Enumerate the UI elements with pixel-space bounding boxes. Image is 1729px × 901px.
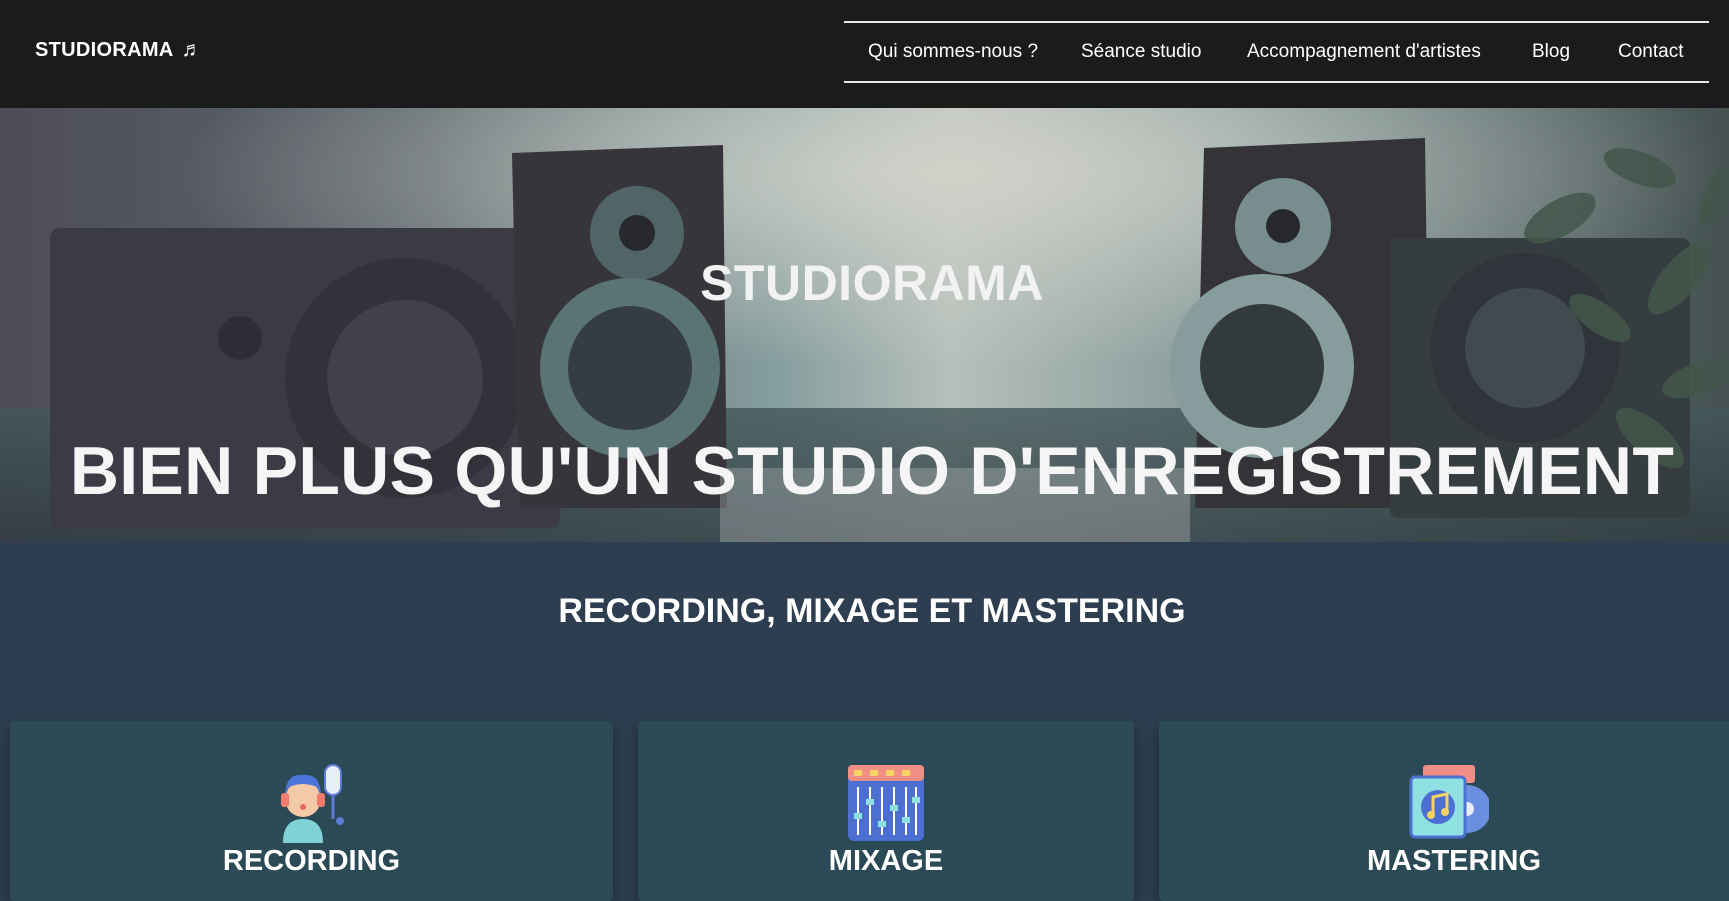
service-card-mixage[interactable]: MIXAGE [638,721,1134,901]
music-note-icon: ♬ [181,38,203,61]
singer-microphone-icon [281,764,344,843]
hero-subtitle: STUDIORAMA [700,255,1044,311]
service-card-title: MIXAGE [828,845,944,877]
brand-logo[interactable]: STUDIORAMA ♬ [35,38,203,62]
nav-link-blog[interactable]: Blog [1532,41,1570,63]
music-album-icon [1409,765,1489,839]
service-card-title: RECORDING [222,845,401,877]
service-card-title: MASTERING [1367,845,1541,877]
nav-link-seance-studio[interactable]: Séance studio [1081,41,1201,63]
hero-title: BIEN PLUS QU'UN STUDIO D'ENREGISTREMENT [69,433,1675,509]
service-card-mastering[interactable]: MASTERING [1159,721,1729,901]
top-navigation-bar: STUDIORAMA ♬ Qui sommes-nous ? Séance st… [0,0,1729,108]
hero-banner: STUDIORAMA BIEN PLUS QU'UN STUDIO D'ENRE… [0,108,1729,542]
mixing-console-icon [848,765,924,841]
services-heading: RECORDING, MIXAGE ET MASTERING [558,592,1186,630]
nav-link-qui-sommes-nous[interactable]: Qui sommes-nous ? [868,41,1038,63]
nav-link-contact[interactable]: Contact [1618,41,1683,63]
main-menu: Qui sommes-nous ? Séance studio Accompag… [844,21,1709,83]
service-card-recording[interactable]: RECORDING [10,721,613,901]
brand-name[interactable]: STUDIORAMA [35,39,174,62]
nav-link-accompagnement[interactable]: Accompagnement d'artistes [1247,41,1481,63]
